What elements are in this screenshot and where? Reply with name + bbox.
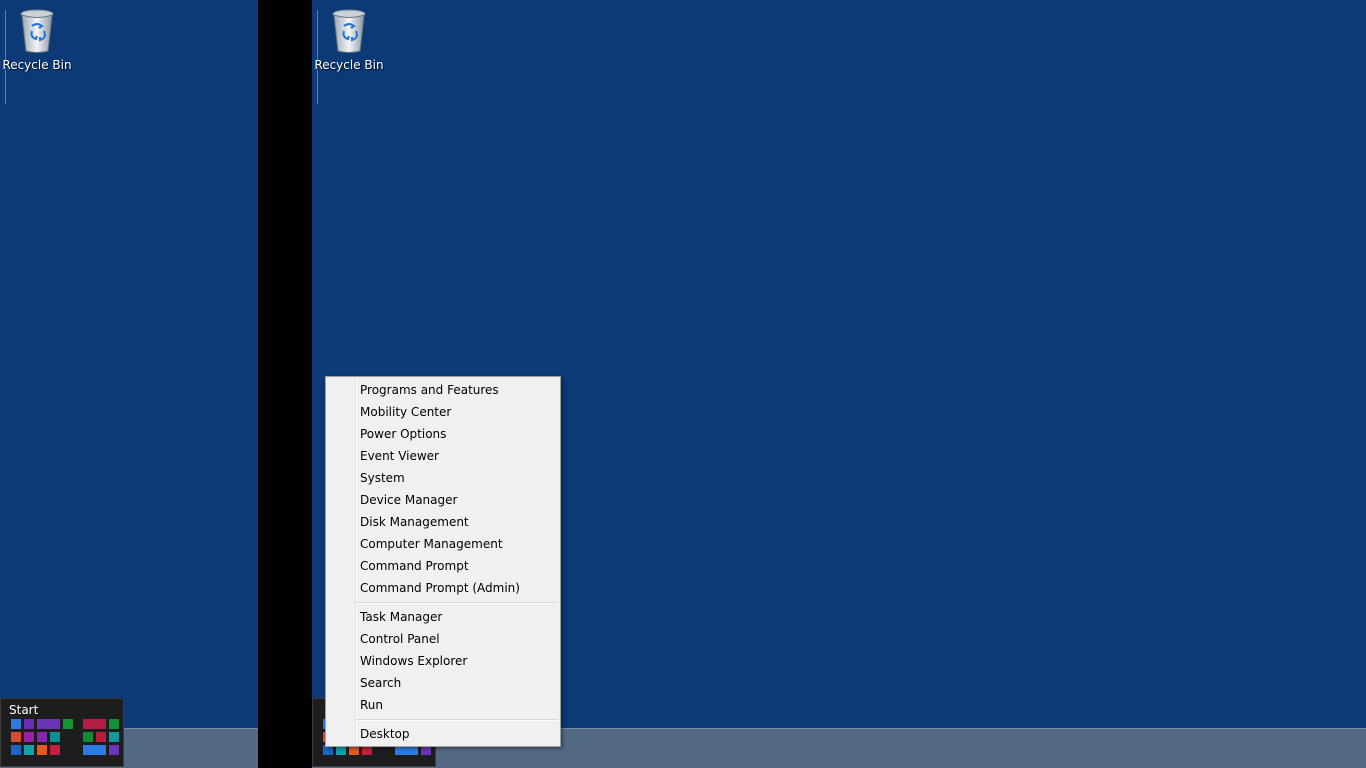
- menu-item-command-prompt[interactable]: Command Prompt: [360, 555, 469, 577]
- menu-separator: [356, 602, 558, 604]
- menu-item-system[interactable]: System: [360, 467, 405, 489]
- tile: [11, 732, 21, 742]
- menu-item-computer-management[interactable]: Computer Management: [360, 533, 503, 555]
- bin-icon: [330, 8, 368, 54]
- tile: [83, 745, 106, 755]
- tile: [24, 745, 34, 755]
- tile: [109, 719, 119, 729]
- tile: [96, 732, 106, 742]
- tile: [50, 745, 60, 755]
- tile: [11, 745, 21, 755]
- desktop-left: Recycle Bin: [0, 0, 258, 768]
- menu-item-run[interactable]: Run: [360, 694, 383, 716]
- tile: [37, 719, 60, 729]
- recycle-bin-label: Recycle Bin: [2, 58, 72, 72]
- menu-item-desktop[interactable]: Desktop: [360, 723, 410, 745]
- tile: [83, 732, 93, 742]
- tile: [109, 745, 119, 755]
- recycle-bin-label: Recycle Bin: [314, 58, 384, 72]
- menu-item-command-prompt-admin[interactable]: Command Prompt (Admin): [360, 577, 520, 599]
- menu-separator: [356, 719, 558, 721]
- bin-icon: [18, 8, 56, 54]
- tile: [24, 732, 34, 742]
- screen-divider: [258, 0, 312, 768]
- menu-item-device-manager[interactable]: Device Manager: [360, 489, 457, 511]
- menu-item-windows-explorer[interactable]: Windows Explorer: [360, 650, 467, 672]
- tile: [109, 732, 119, 742]
- tile: [83, 719, 106, 729]
- tile: [11, 719, 21, 729]
- menu-item-event-viewer[interactable]: Event Viewer: [360, 445, 439, 467]
- tile: [37, 745, 47, 755]
- start-screen-thumbnail[interactable]: Start: [0, 698, 124, 767]
- recycle-bin-icon[interactable]: Recycle Bin: [0, 8, 74, 80]
- start-label: Start: [9, 703, 39, 717]
- menu-item-disk-management[interactable]: Disk Management: [360, 511, 469, 533]
- menu-item-programs-and-features[interactable]: Programs and Features: [360, 379, 499, 401]
- menu-item-mobility-center[interactable]: Mobility Center: [360, 401, 451, 423]
- menu-item-control-panel[interactable]: Control Panel: [360, 628, 440, 650]
- menu-item-task-manager[interactable]: Task Manager: [360, 606, 442, 628]
- recycle-bin-icon[interactable]: Recycle Bin: [312, 8, 386, 80]
- tile: [24, 719, 34, 729]
- menu-item-search[interactable]: Search: [360, 672, 401, 694]
- tile: [63, 719, 73, 729]
- menu-item-power-options[interactable]: Power Options: [360, 423, 446, 445]
- menu-gutter: [355, 379, 357, 744]
- tile: [50, 732, 60, 742]
- quick-link-context-menu: Programs and Features Mobility Center Po…: [325, 376, 561, 747]
- tile: [37, 732, 47, 742]
